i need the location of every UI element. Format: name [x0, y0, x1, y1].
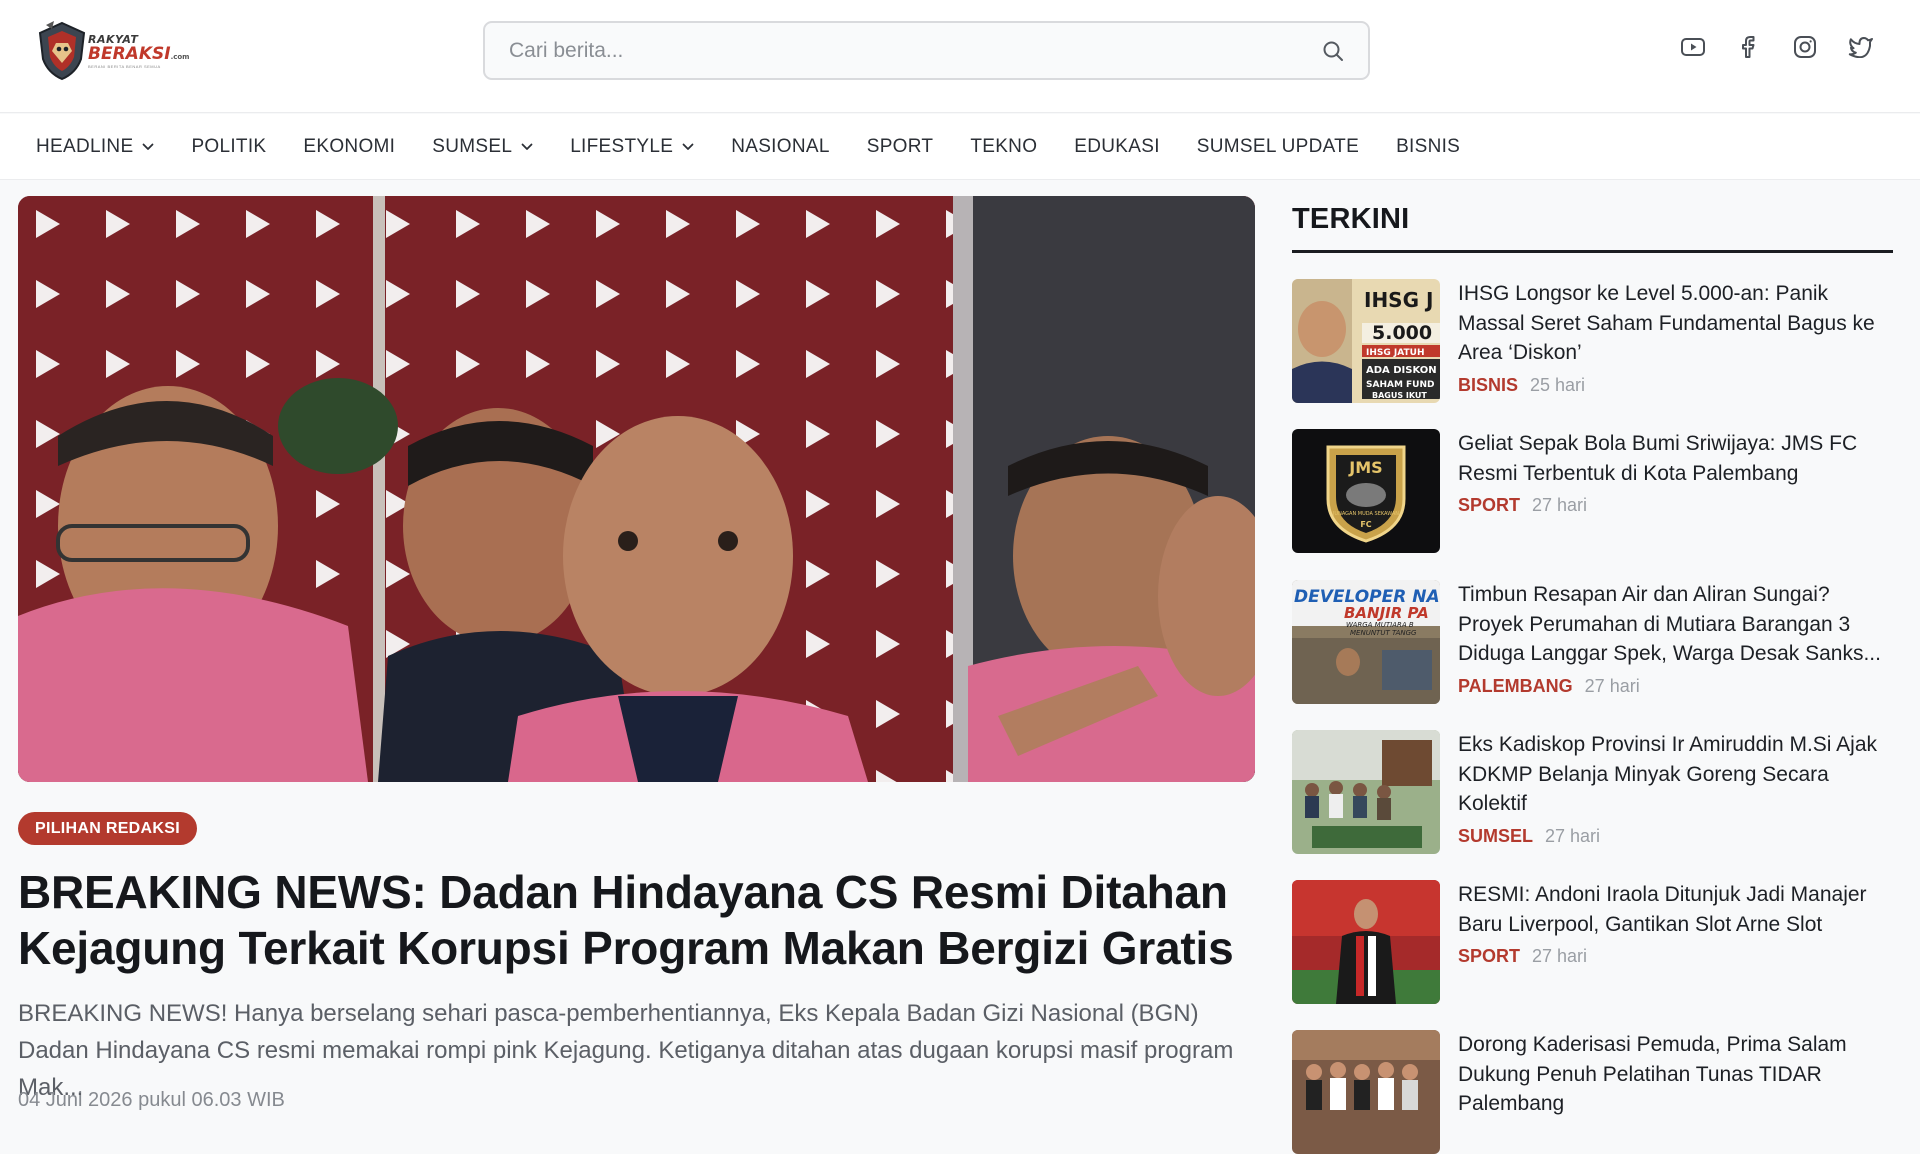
- editor-pick-badge[interactable]: PILIHAN REDAKSI: [18, 812, 197, 845]
- latest-news-item[interactable]: JMS JUNAGAN MUDA SEKAWAN FC Geliat Sepak…: [1292, 429, 1892, 553]
- news-title[interactable]: Timbun Resapan Air dan Aliran Sungai? Pr…: [1458, 580, 1890, 669]
- nav-item-label: TEKNO: [970, 135, 1038, 157]
- news-thumbnail: [1292, 730, 1440, 854]
- main-nav: HEADLINE POLITIK EKONOMI SUMSEL LIFESTYLE NAS…: [0, 114, 1920, 180]
- sidebar-divider: [1292, 250, 1893, 253]
- news-thumbnail: JMS JUNAGAN MUDA SEKAWAN FC: [1292, 429, 1440, 553]
- social-links: [1680, 34, 1874, 60]
- thumb-text: 5.000: [1372, 322, 1432, 344]
- nav-item-edukasi[interactable]: EDUKASI: [1074, 136, 1160, 158]
- nav-item-sumsel-update[interactable]: SUMSEL UPDATE: [1197, 136, 1359, 158]
- nav-item-label: NASIONAL: [731, 135, 830, 157]
- news-thumbnail: [1292, 880, 1440, 1004]
- chevron-down-icon: [142, 143, 154, 151]
- search-icon[interactable]: [1320, 38, 1346, 64]
- hero-date: 04 Juni 2026 pukul 06.03 WIB: [18, 1089, 285, 1111]
- nav-item-ekonomi[interactable]: EKONOMI: [303, 136, 395, 158]
- news-time: 27 hari: [1584, 676, 1640, 696]
- nav-item-label: HEADLINE: [36, 135, 134, 157]
- news-meta: SUMSEL 27 hari: [1458, 826, 1600, 847]
- news-title[interactable]: Eks Kadiskop Provinsi Ir Amiruddin M.Si …: [1458, 730, 1890, 819]
- news-meta: SPORT 27 hari: [1458, 946, 1587, 967]
- nav-item-nasional[interactable]: NASIONAL: [731, 136, 830, 158]
- news-meta: PALEMBANG 27 hari: [1458, 676, 1640, 697]
- hero-image[interactable]: [18, 196, 1255, 782]
- sidebar-title: TERKINI: [1292, 203, 1410, 235]
- search-input[interactable]: [509, 38, 1320, 63]
- nav-item-label: POLITIK: [191, 135, 267, 157]
- site-logo[interactable]: RAKYAT BERAKSI.com BERANI BERITA BENAR S…: [36, 18, 189, 84]
- news-category[interactable]: SPORT: [1458, 495, 1520, 516]
- news-meta: BISNIS 25 hari: [1458, 375, 1585, 396]
- site-header: RAKYAT BERAKSI.com BERANI BERITA BENAR S…: [0, 0, 1920, 113]
- nav-item-politik[interactable]: POLITIK: [191, 136, 266, 158]
- news-time: 27 hari: [1532, 495, 1588, 515]
- news-category[interactable]: SUMSEL: [1458, 826, 1533, 847]
- news-thumbnail: IHSG J 5.000 IHSG JATUH ADA DISKON SAHAM…: [1292, 279, 1440, 403]
- chevron-down-icon: [521, 143, 533, 151]
- news-category[interactable]: SPORT: [1458, 946, 1520, 967]
- nav-item-label: LIFESTYLE: [570, 135, 674, 157]
- logo-tagline: BERANI BERITA BENAR SEMUA: [88, 64, 161, 69]
- hero-headline[interactable]: BREAKING NEWS: Dadan Hindayana CS Resmi …: [18, 864, 1258, 976]
- instagram-icon[interactable]: [1792, 34, 1818, 60]
- nav-item-label: EKONOMI: [303, 135, 396, 157]
- thumb-text: BAGUS IKUT: [1372, 391, 1427, 400]
- thumb-text: JMS: [1348, 458, 1382, 477]
- thumb-text: JUNAGAN MUDA SEKAWAN: [1332, 511, 1399, 517]
- latest-news-item[interactable]: RESMI: Andoni Iraola Ditunjuk Jadi Manaj…: [1292, 880, 1892, 1004]
- news-time: 27 hari: [1545, 826, 1601, 846]
- nav-item-sumsel[interactable]: SUMSEL: [432, 136, 533, 158]
- nav-item-label: SUMSEL UPDATE: [1196, 135, 1360, 157]
- thumb-text: FC: [1360, 520, 1371, 529]
- nav-item-sport[interactable]: SPORT: [867, 136, 934, 158]
- thumb-text: WARGA MUTIARA B: [1346, 621, 1414, 629]
- thumb-text: IHSG J: [1364, 288, 1433, 312]
- news-title[interactable]: Dorong Kaderisasi Pemuda, Prima Salam Du…: [1458, 1030, 1890, 1119]
- nav-item-label: BISNIS: [1396, 135, 1461, 157]
- news-category[interactable]: BISNIS: [1458, 375, 1518, 396]
- nav-item-lifestyle[interactable]: LIFESTYLE: [570, 136, 694, 158]
- nav-item-bisnis[interactable]: BISNIS: [1396, 136, 1460, 158]
- search-bar: [483, 21, 1370, 80]
- twitter-icon[interactable]: [1848, 34, 1874, 60]
- news-thumbnail: DEVELOPER NA BANJIR PA WARGA MUTIARA B M…: [1292, 580, 1440, 704]
- news-meta: SPORT 27 hari: [1458, 495, 1587, 516]
- logo-line2: BERAKSI: [88, 44, 171, 64]
- latest-news-item[interactable]: DEVELOPER NA BANJIR PA WARGA MUTIARA B M…: [1292, 580, 1892, 704]
- logo-suffix: .com: [170, 53, 190, 61]
- news-time: 27 hari: [1532, 946, 1588, 966]
- thumb-text: ADA DISKON: [1366, 365, 1437, 376]
- news-title[interactable]: IHSG Longsor ke Level 5.000-an: Panik Ma…: [1458, 279, 1890, 368]
- news-title[interactable]: RESMI: Andoni Iraola Ditunjuk Jadi Manaj…: [1458, 880, 1890, 939]
- thumb-text: BANJIR PA: [1344, 604, 1429, 622]
- facebook-icon[interactable]: [1736, 34, 1762, 60]
- thumb-text: IHSG JATUH: [1366, 348, 1424, 358]
- chevron-down-icon: [682, 143, 694, 151]
- nav-item-headline[interactable]: HEADLINE: [36, 136, 154, 158]
- thumb-text: SAHAM FUND: [1366, 380, 1435, 390]
- latest-news-item[interactable]: Dorong Kaderisasi Pemuda, Prima Salam Du…: [1292, 1030, 1892, 1154]
- nav-item-label: SPORT: [866, 135, 934, 157]
- latest-news-item[interactable]: Eks Kadiskop Provinsi Ir Amiruddin M.Si …: [1292, 730, 1892, 854]
- latest-news-item[interactable]: IHSG J 5.000 IHSG JATUH ADA DISKON SAHAM…: [1292, 279, 1892, 403]
- nav-item-label: EDUKASI: [1074, 135, 1160, 157]
- shield-logo-icon: [38, 21, 86, 81]
- thumb-text: MENUNTUT TANGG: [1350, 629, 1417, 637]
- news-title[interactable]: Geliat Sepak Bola Bumi Sriwijaya: JMS FC…: [1458, 429, 1890, 488]
- nav-item-label: SUMSEL: [432, 135, 513, 157]
- news-time: 25 hari: [1530, 375, 1586, 395]
- youtube-icon[interactable]: [1680, 34, 1706, 60]
- news-thumbnail: [1292, 1030, 1440, 1154]
- nav-item-tekno[interactable]: TEKNO: [970, 136, 1037, 158]
- news-category[interactable]: PALEMBANG: [1458, 676, 1573, 697]
